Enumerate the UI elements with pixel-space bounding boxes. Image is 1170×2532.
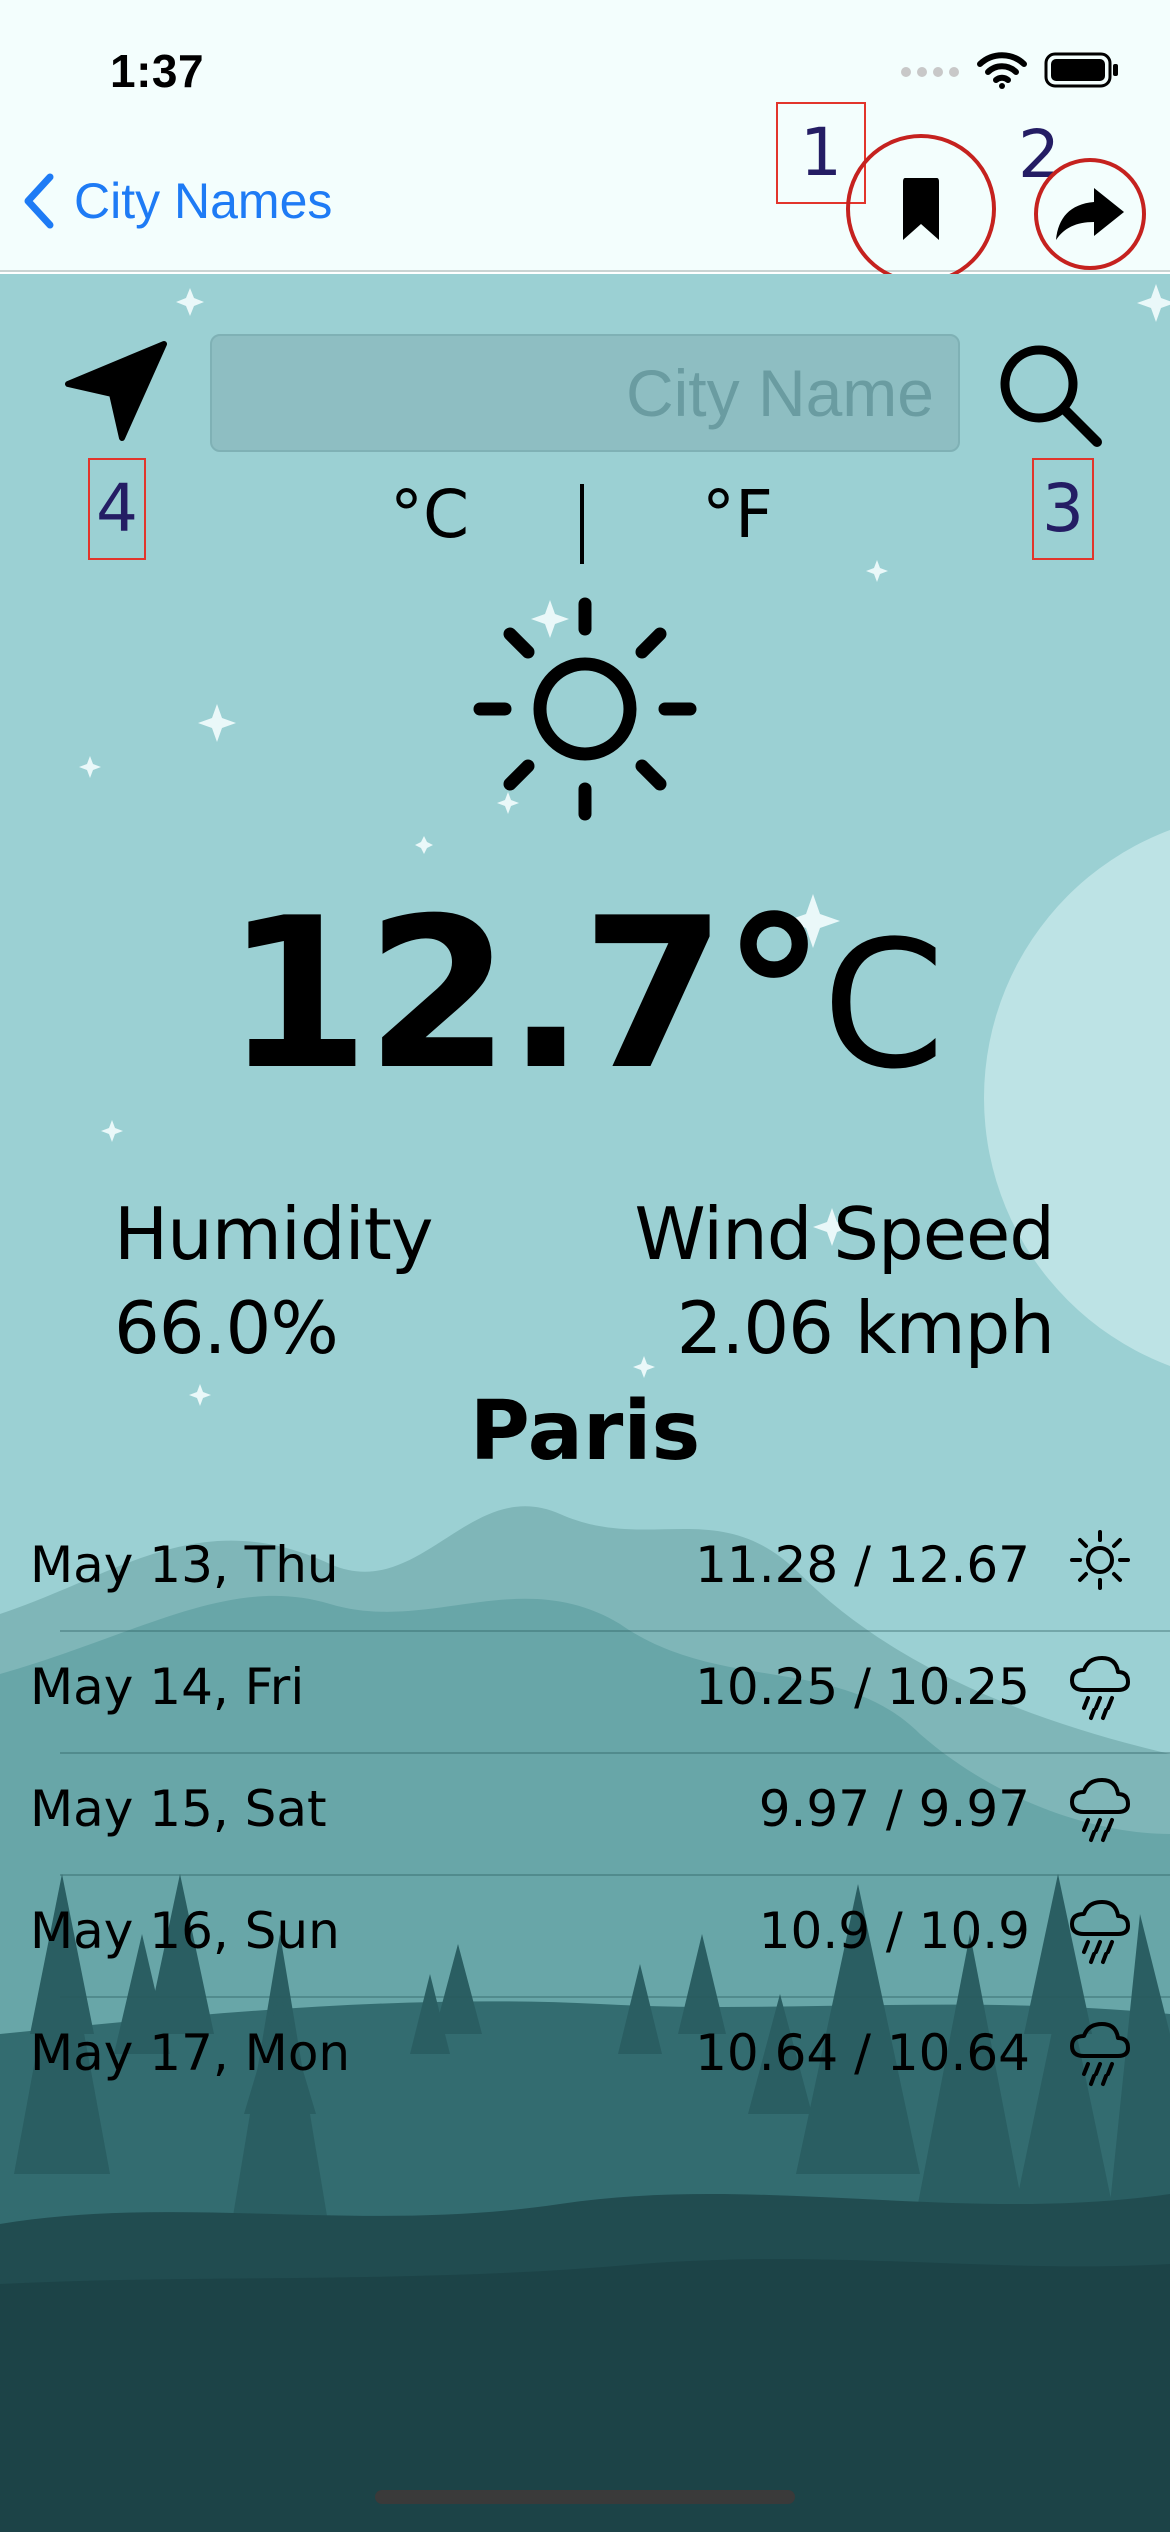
- rain-cloud-icon: [1070, 2022, 1130, 2086]
- sun-icon: [1070, 1530, 1130, 1590]
- rain-cloud-icon: [1070, 1900, 1130, 1964]
- city-name-input[interactable]: [210, 334, 960, 452]
- share-button[interactable]: [1034, 158, 1146, 270]
- search-button[interactable]: [995, 340, 1105, 455]
- forecast-temperatures: 10.9 / 10.9: [758, 1902, 1030, 1960]
- sun-icon: [473, 597, 697, 821]
- annotation-tag-search: 3: [1032, 458, 1094, 560]
- city-name: Paris: [469, 1384, 701, 1479]
- status-icons: [900, 50, 1120, 90]
- forecast-row: May 17, Mon 10.64 / 10.64: [30, 1998, 1170, 2120]
- home-indicator[interactable]: [375, 2490, 795, 2504]
- chevron-left-icon: [24, 173, 54, 229]
- forecast-list: May 13, Thu 11.28 / 12.67 May 14, Fri 10…: [0, 1510, 1170, 2120]
- fahrenheit-toggle[interactable]: °F: [702, 476, 773, 553]
- forecast-row: May 14, Fri 10.25 / 10.25: [30, 1632, 1170, 1754]
- navigation-bar: 1:37 City Names 1 2: [0, 0, 1170, 284]
- forecast-row: May 16, Sun 10.9 / 10.9: [30, 1876, 1170, 1998]
- forecast-temperatures: 9.97 / 9.97: [758, 1780, 1030, 1838]
- rain-cloud-icon: [1070, 1656, 1130, 1720]
- wind-speed-value: 2.06 kmph: [676, 1286, 1055, 1370]
- search-icon: [1000, 345, 1102, 447]
- forecast-row: May 15, Sat 9.97 / 9.97: [30, 1754, 1170, 1876]
- celsius-toggle[interactable]: °C: [390, 476, 469, 553]
- rain-cloud-icon: [1070, 1778, 1130, 1842]
- status-time: 1:37: [110, 45, 205, 97]
- wind-speed-label: Wind Speed: [634, 1192, 1055, 1276]
- forecast-row: May 13, Thu 11.28 / 12.67: [30, 1510, 1170, 1632]
- bookmark-icon: [903, 178, 939, 240]
- battery-icon: [1044, 52, 1118, 88]
- cellular-signal-icon: [901, 67, 959, 77]
- forecast-date: May 14, Fri: [30, 1658, 305, 1716]
- humidity-value: 66.0%: [114, 1286, 339, 1370]
- forecast-temperatures: 11.28 / 12.67: [695, 1536, 1030, 1594]
- forecast-date: May 15, Sat: [30, 1780, 327, 1838]
- current-location-button[interactable]: [60, 336, 170, 451]
- current-temperature: 12.7°C: [0, 874, 1170, 1116]
- wifi-icon: [977, 52, 1027, 89]
- back-button[interactable]: City Names: [22, 172, 332, 230]
- location-arrow-icon: [65, 341, 167, 441]
- forecast-date: May 13, Thu: [30, 1536, 339, 1594]
- temperature-unit: C: [822, 903, 946, 1108]
- bookmark-button[interactable]: [846, 134, 996, 284]
- forecast-temperatures: 10.25 / 10.25: [695, 1658, 1030, 1716]
- screen: 1:37 City Names 1 2 City Name 4 3 °C °F …: [0, 0, 1170, 2532]
- unit-separator: [580, 484, 584, 564]
- humidity-label: Humidity: [114, 1192, 433, 1276]
- forecast-date: May 17, Mon: [30, 2024, 351, 2082]
- forecast-date: May 16, Sun: [30, 1902, 340, 1960]
- weather-main: 4 3 °C °F 12.7°C Humidity 66.0% Wind S: [0, 274, 1170, 2532]
- forecast-temperatures: 10.64 / 10.64: [695, 2024, 1030, 2082]
- back-label: City Names: [74, 173, 333, 229]
- temperature-value: 12.7°: [224, 874, 826, 1116]
- annotation-tag-location: 4: [88, 458, 146, 560]
- share-arrow-icon: [1056, 188, 1124, 240]
